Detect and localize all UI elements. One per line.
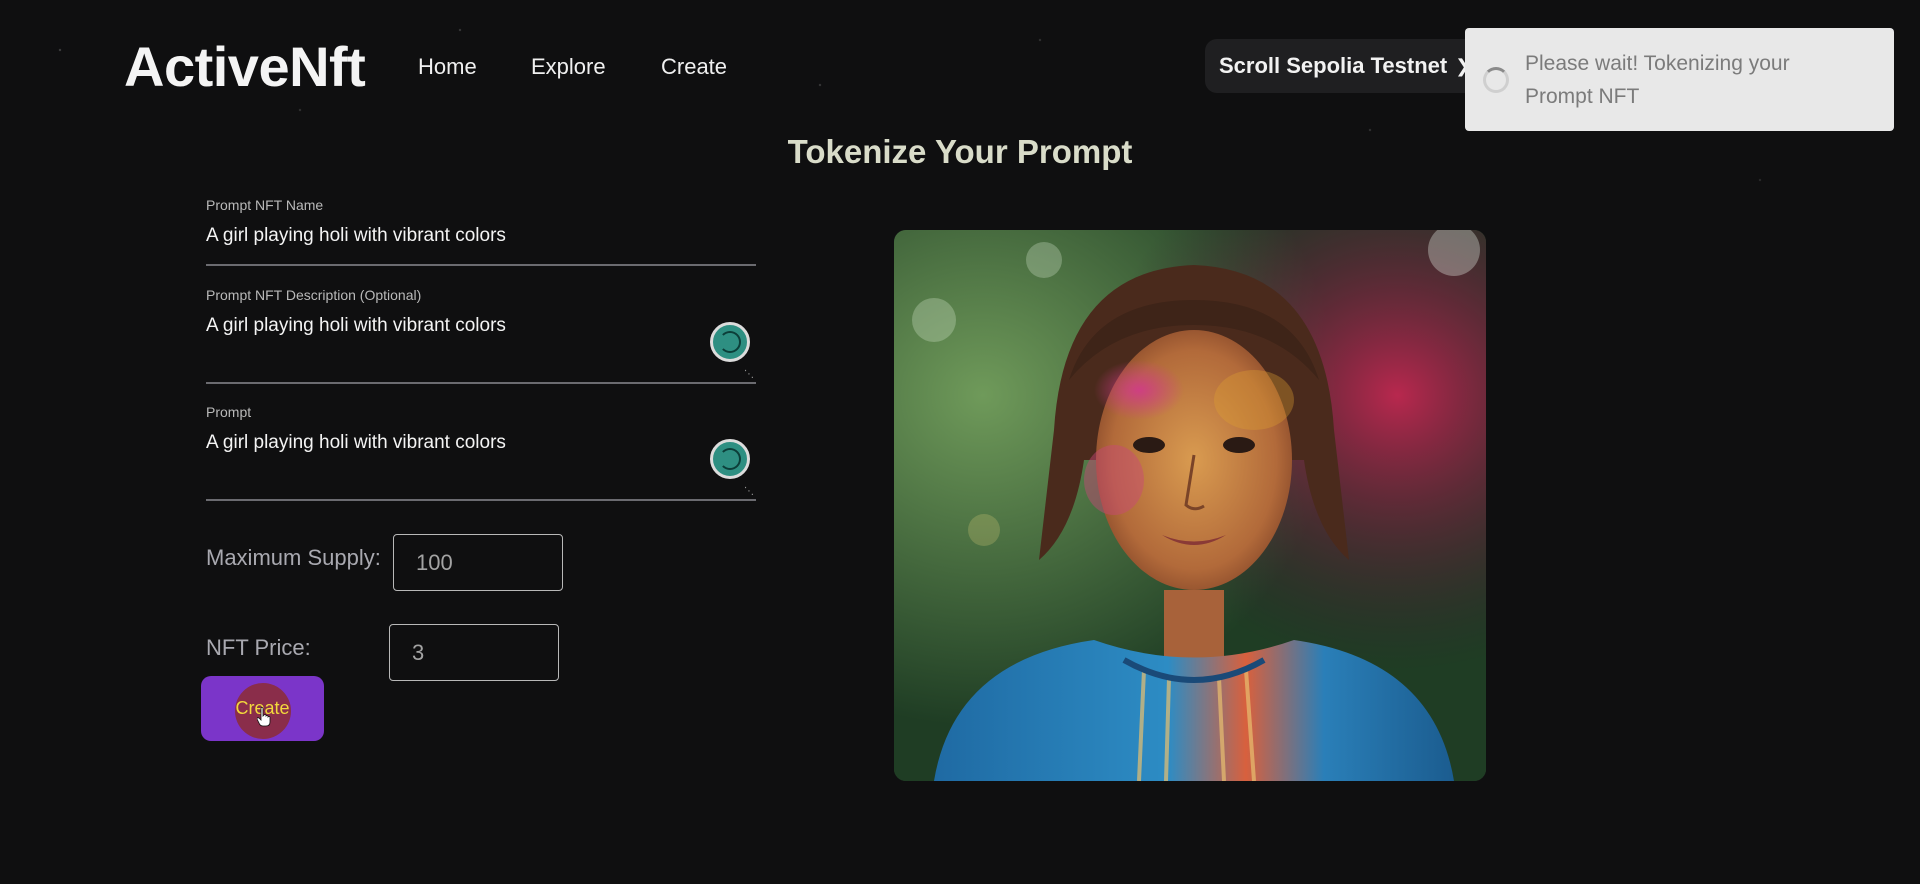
network-label: Scroll Sepolia Testnet	[1219, 53, 1448, 78]
resize-handle-icon[interactable]: ⋱	[744, 487, 754, 497]
description-underline	[206, 382, 756, 384]
max-supply-input[interactable]: 100	[393, 534, 563, 591]
price-input[interactable]: 3	[389, 624, 559, 681]
loading-spinner-icon	[1483, 66, 1509, 93]
max-supply-label: Maximum Supply:	[206, 545, 381, 570]
app-logo[interactable]: ActiveNft	[124, 34, 366, 99]
nav-home[interactable]: Home	[418, 54, 477, 80]
nav-create[interactable]: Create	[661, 54, 727, 80]
loading-toast: Please wait! Tokenizing your Prompt NFT	[1465, 28, 1894, 131]
generated-nft-image	[894, 230, 1486, 781]
nav-explore[interactable]: Explore	[531, 54, 606, 80]
generate-icon	[719, 448, 741, 470]
hand-cursor-icon	[257, 707, 271, 727]
name-field[interactable]: Prompt NFT Name A girl playing holi with…	[206, 197, 756, 267]
network-selector[interactable]: Scroll Sepolia Testnet ❯	[1205, 39, 1495, 93]
name-field-label: Prompt NFT Name	[206, 197, 324, 213]
prompt-underline	[206, 499, 756, 501]
prompt-field[interactable]: Prompt A girl playing holi with vibrant …	[206, 404, 756, 502]
generate-description-button[interactable]	[710, 322, 750, 362]
toast-message: Please wait! Tokenizing your Prompt NFT	[1525, 51, 1790, 108]
portrait-illustration	[894, 230, 1486, 781]
description-field-label: Prompt NFT Description (Optional)	[206, 287, 422, 303]
page-title: Tokenize Your Prompt	[787, 133, 1133, 170]
prompt-textarea[interactable]: A girl playing holi with vibrant colors	[206, 432, 756, 454]
generate-icon	[719, 331, 741, 353]
prompt-field-label: Prompt	[206, 404, 252, 420]
description-textarea[interactable]: A girl playing holi with vibrant colors	[206, 315, 756, 337]
name-input[interactable]: A girl playing holi with vibrant colors	[206, 225, 756, 247]
price-label: NFT Price:	[206, 635, 311, 660]
resize-handle-icon[interactable]: ⋱	[744, 370, 754, 380]
page: ActiveNft Home Explore Create Scroll Sep…	[0, 0, 1920, 884]
description-field[interactable]: Prompt NFT Description (Optional) A girl…	[206, 287, 756, 385]
generate-image-button[interactable]	[710, 439, 750, 479]
name-underline	[206, 264, 756, 266]
